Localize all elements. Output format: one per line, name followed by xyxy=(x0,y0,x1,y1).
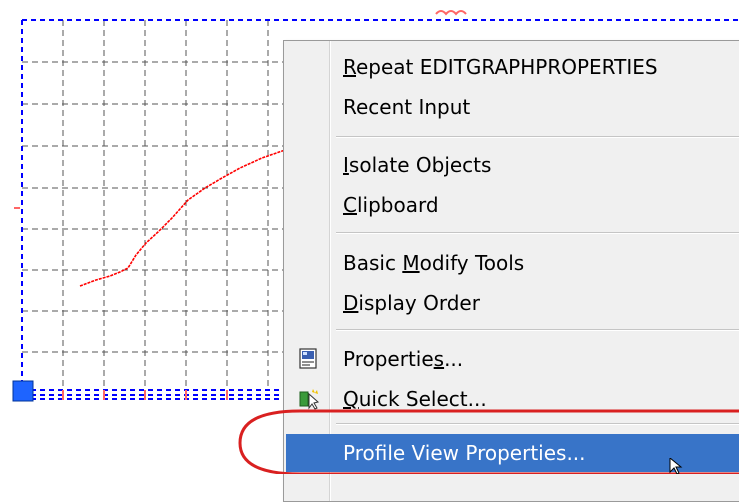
mouse-cursor-icon xyxy=(669,458,683,474)
top-edge-marker xyxy=(435,10,467,16)
menu-item-properties[interactable]: Properties... xyxy=(286,340,739,378)
menu-item-display-order[interactable]: Display Order xyxy=(286,284,739,322)
profile-line xyxy=(79,149,286,287)
menu-separator xyxy=(336,136,739,138)
menu-item-isolate-objects[interactable]: Isolate Objects xyxy=(286,146,739,184)
context-menu: Repeat EDITGRAPHPROPERTIES Recent Input … xyxy=(283,40,739,502)
menu-item-repeat[interactable]: Repeat EDITGRAPHPROPERTIES xyxy=(286,48,739,86)
menu-separator xyxy=(336,232,739,234)
menu-label: Isolate Objects xyxy=(343,153,492,177)
menu-label: Quick Select... xyxy=(343,387,487,411)
menu-item-quick-select[interactable]: Quick Select... xyxy=(286,380,739,418)
quick-select-icon xyxy=(298,388,320,410)
menu-label: Recent Input xyxy=(343,95,471,119)
menu-label: Properties... xyxy=(343,347,464,371)
grid-horizontal-lines xyxy=(22,61,285,353)
menu-label: Basic Modify Tools xyxy=(343,251,525,275)
menu-item-basic-modify-tools[interactable]: Basic Modify Tools xyxy=(286,244,739,282)
properties-icon xyxy=(298,348,320,370)
menu-label: Repeat EDITGRAPHPROPERTIES xyxy=(343,55,658,79)
menu-separator xyxy=(336,329,739,331)
menu-label: Display Order xyxy=(343,291,480,315)
menu-separator xyxy=(336,423,739,425)
menu-item-recent-input[interactable]: Recent Input xyxy=(286,88,739,126)
grip-handle[interactable] xyxy=(12,380,34,402)
menu-item-clipboard[interactable]: Clipboard xyxy=(286,186,739,224)
menu-label: Clipboard xyxy=(343,193,439,217)
axis-ticks xyxy=(14,207,228,400)
grid-vertical-lines xyxy=(62,20,269,390)
menu-label: Profile View Properties... xyxy=(343,441,586,465)
